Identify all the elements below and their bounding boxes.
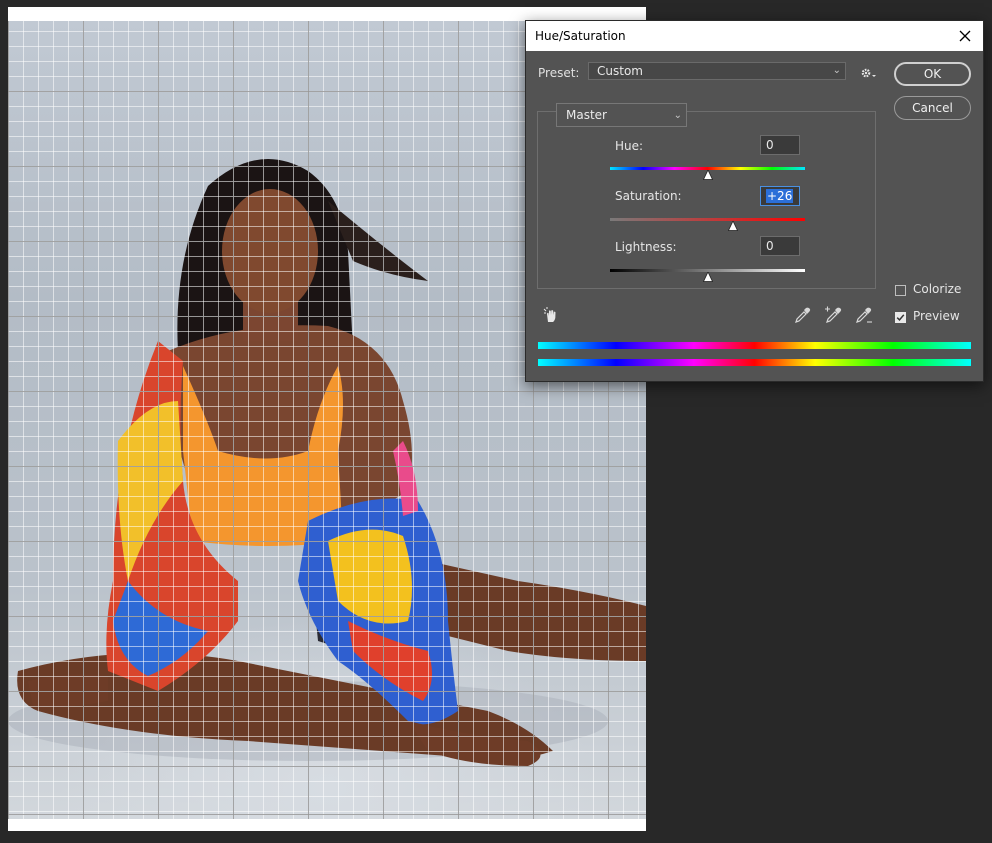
lightness-slider-track[interactable] [610, 269, 805, 282]
on-image-adjust-icon [543, 307, 556, 322]
colorize-checkbox[interactable] [895, 285, 906, 296]
input-color-bar [538, 342, 971, 349]
saturation-input[interactable]: +26 [760, 186, 800, 206]
gear-icon [861, 68, 876, 78]
colorize-label: Colorize [913, 282, 962, 296]
eyedropper-plus-icon [825, 306, 842, 323]
preset-label: Preset: [538, 66, 580, 80]
eyedropper-button[interactable] [793, 305, 813, 325]
preview-label: Preview [913, 309, 960, 323]
hue-slider-track[interactable] [610, 167, 805, 180]
eyedropper-icon [795, 307, 811, 323]
preset-options-button[interactable] [858, 64, 880, 82]
adjustment-group [537, 111, 876, 289]
eyedropper-minus-button[interactable] [854, 305, 874, 325]
close-icon [959, 30, 971, 42]
lightness-input[interactable]: 0 [760, 236, 800, 256]
cancel-button[interactable]: Cancel [894, 96, 971, 120]
ok-button[interactable]: OK [894, 62, 971, 86]
hue-label: Hue: [615, 139, 644, 153]
hue-slider-thumb[interactable] [702, 170, 713, 180]
preset-value: Custom [597, 64, 643, 78]
channel-dropdown[interactable]: Master ⌄ [556, 103, 687, 127]
dialog-titlebar[interactable]: Hue/Saturation [526, 21, 983, 51]
output-color-bar [538, 359, 971, 366]
chevron-down-icon: ⌄ [832, 65, 841, 76]
preset-dropdown[interactable]: Custom ⌄ [588, 62, 846, 80]
preview-checkbox[interactable] [895, 312, 906, 323]
on-image-adjust-button[interactable] [541, 305, 561, 325]
saturation-value: +26 [766, 189, 794, 203]
hue-input[interactable]: 0 [760, 135, 800, 155]
channel-value: Master [566, 108, 607, 122]
hue-saturation-dialog: Hue/Saturation Preset: Custom ⌄ OK Cance… [525, 20, 984, 382]
saturation-label: Saturation: [615, 189, 682, 203]
close-button[interactable] [953, 24, 977, 48]
lightness-label: Lightness: [615, 240, 677, 254]
eyedropper-minus-icon [856, 307, 872, 323]
eyedropper-plus-button[interactable] [824, 305, 844, 325]
checkmark-icon [896, 314, 905, 322]
lightness-slider-thumb[interactable] [702, 272, 713, 282]
chevron-down-icon: ⌄ [673, 110, 682, 121]
dialog-title: Hue/Saturation [535, 29, 626, 43]
saturation-slider-track[interactable] [610, 218, 805, 231]
saturation-slider-thumb[interactable] [727, 221, 738, 231]
